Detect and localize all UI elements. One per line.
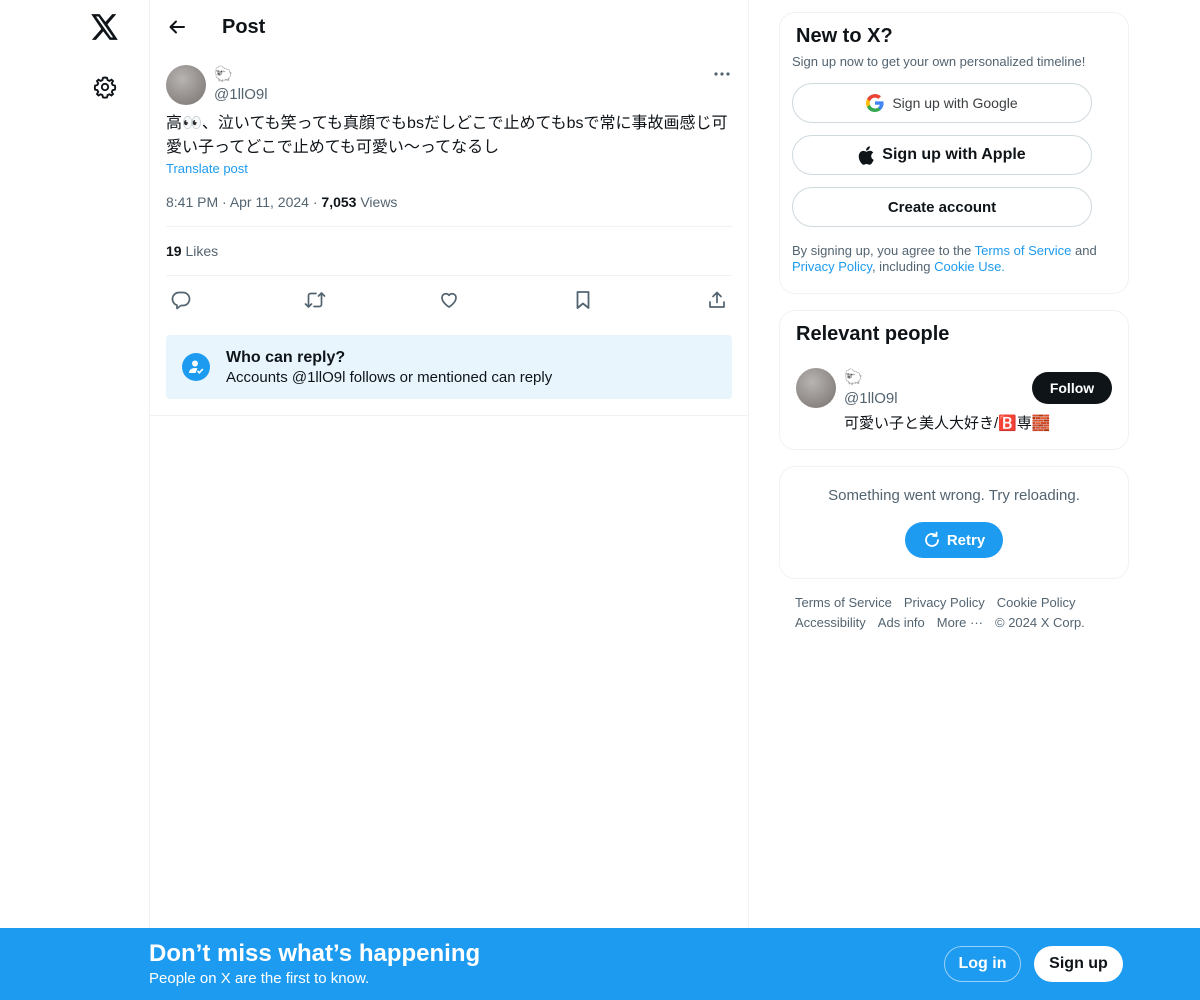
person-bio: 可愛い子と美人大好き/🅱️専🧱 [844,415,1051,432]
author-info: 🐑 @1llO9l [214,65,268,105]
google-icon [866,94,884,112]
error-card: Something went wrong. Try reloading. Ret… [779,466,1129,579]
bottom-signup-bar: Don’t miss what’s happening People on X … [0,928,1200,1000]
refresh-icon [924,531,939,547]
who-can-reply-box: Who can reply? Accounts @1llO9l follows … [166,335,732,399]
avatar[interactable] [796,368,836,408]
cookie-link[interactable]: Cookie Use. [934,259,1005,274]
signup-apple-label: Sign up with Apple [882,146,1026,163]
back-arrow-icon[interactable] [166,16,188,38]
reply-icon[interactable] [170,289,192,311]
person-name[interactable]: 🐑 [844,368,1051,388]
create-account-button[interactable]: Create account [792,187,1092,227]
footer-link[interactable]: Privacy Policy [904,595,985,610]
post-time[interactable]: 8:41 PM [166,194,218,210]
footer-link[interactable]: Cookie Policy [997,595,1076,610]
main-column: Post 🐑 @1llO9l 高👀、泣いても笑っても真顔でもbsだしどこで止めて… [149,0,749,1000]
copyright: © 2024 X Corp. [995,615,1085,630]
person-info: 🐑 @1llO9l 可愛い子と美人大好き/🅱️専🧱 [844,368,1051,434]
x-logo-icon[interactable] [86,8,124,46]
person-check-icon [182,353,210,381]
signup-google-label: Sign up with Google [892,95,1018,111]
page-title: Post [222,15,266,38]
terms-link[interactable]: Terms of Service [975,243,1072,258]
signup-apple-button[interactable]: Sign up with Apple [792,135,1092,175]
retry-label: Retry [946,531,986,549]
post-text: 高👀、泣いても笑っても真顔でもbsだしどこで止めてもbsで常に事故画感じ可愛い子… [166,115,728,156]
reply-title: Who can reply? [226,348,346,366]
signup-legal: By signing up, you agree to the Terms of… [792,243,1112,275]
right-sidebar: New to X? Sign up now to get your own pe… [779,12,1129,633]
person-handle[interactable]: @1llO9l [844,388,1051,410]
privacy-link[interactable]: Privacy Policy [792,259,872,274]
signup-button[interactable]: Sign up [1034,946,1123,982]
bottom-bar-subtitle: People on X are the first to know. [149,970,370,987]
top-bar: Post [150,0,748,54]
signup-title: New to X? [796,25,893,47]
settings-gear-icon[interactable] [86,68,124,106]
relevant-title: Relevant people [796,323,950,345]
legal-and: and [1071,243,1097,258]
post: 🐑 @1llO9l 高👀、泣いても笑っても真顔でもbsだしどこで止めてもbsで常… [150,54,748,416]
like-heart-icon[interactable] [438,289,460,311]
error-message: Something went wrong. Try reloading. [828,487,1080,504]
signup-subtitle: Sign up now to get your own personalized… [792,54,1086,69]
likes-label: Likes [185,243,219,259]
bookmark-icon[interactable] [572,289,594,311]
views-count: 7,053 [321,194,357,210]
post-actions [166,276,732,324]
footer-link[interactable]: Ads info [878,615,925,630]
footer-link[interactable]: Terms of Service [795,595,892,610]
relevant-person[interactable]: 🐑 @1llO9l 可愛い子と美人大好き/🅱️専🧱 Follow [796,368,1112,434]
author-handle[interactable]: @1llO9l [214,85,268,105]
footer-link[interactable]: Accessibility [795,615,866,630]
signup-card: New to X? Sign up now to get your own pe… [779,12,1129,294]
author-name[interactable]: 🐑 [214,65,268,85]
likes-row[interactable]: 19 Likes [166,227,732,276]
post-date[interactable]: Apr 11, 2024 [230,194,309,210]
signup-google-button[interactable]: Sign up with Google [792,83,1092,123]
meta-separator: · [222,194,230,210]
likes-count: 19 [166,243,182,259]
reply-subtitle: Accounts @1llO9l follows or mentioned ca… [226,368,553,386]
bottom-bar-title: Don’t miss what’s happening [149,940,481,967]
avatar[interactable] [166,65,206,105]
post-meta: 8:41 PM · Apr 11, 2024 · 7,053 Views [166,194,732,227]
translate-post-link[interactable]: Translate post [166,161,732,176]
footer-links: Terms of Service Privacy Policy Cookie Pol… [779,593,1129,633]
relevant-people-card: Relevant people 🐑 @1llO9l 可愛い子と美人大好き/🅱️専… [779,310,1129,450]
retry-button[interactable]: Retry [905,522,1003,558]
login-button[interactable]: Log in [944,946,1021,982]
left-nav [0,0,150,1000]
post-author: 🐑 @1llO9l [166,54,732,110]
apple-icon [859,145,874,165]
more-options-icon[interactable] [712,64,732,84]
legal-prefix: By signing up, you agree to the [792,243,975,258]
repost-icon[interactable] [304,289,326,311]
footer-link[interactable]: More ··· [937,615,983,630]
reply-text: Who can reply? Accounts @1llO9l follows … [226,349,552,386]
follow-button[interactable]: Follow [1032,372,1112,404]
views-label: Views [360,194,398,210]
legal-including: , including [871,259,935,274]
share-icon[interactable] [706,289,728,311]
